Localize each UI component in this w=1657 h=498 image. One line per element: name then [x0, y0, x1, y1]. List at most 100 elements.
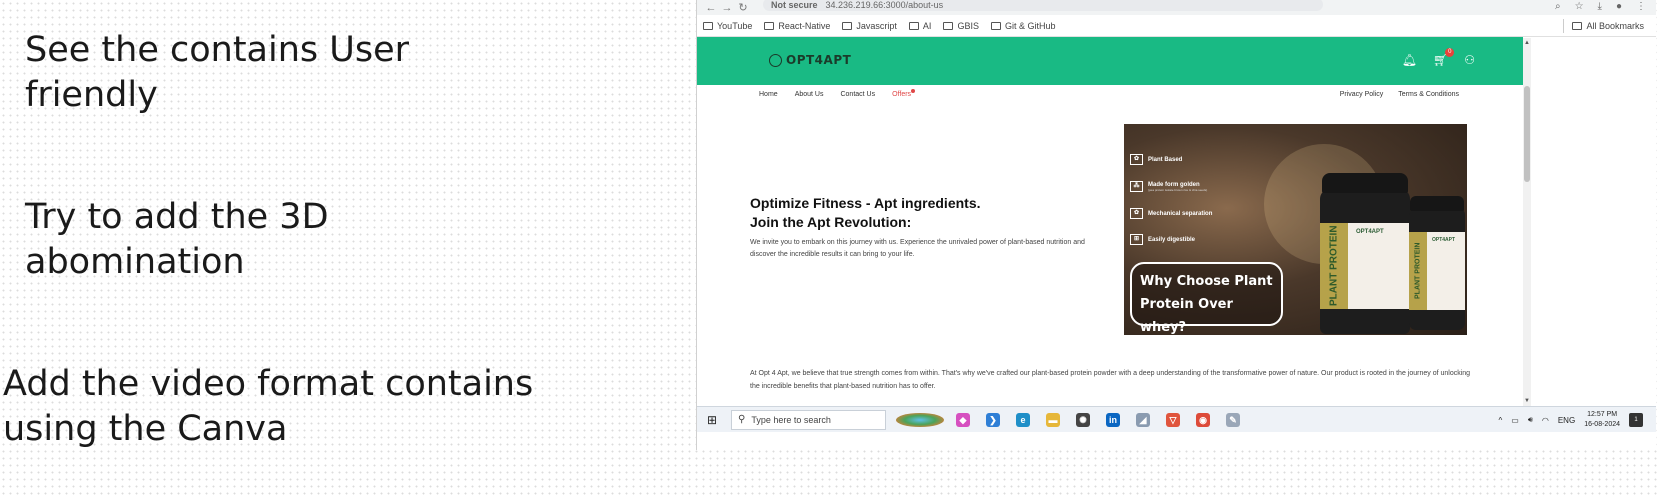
- protein-banner-image: ✿ Plant Based ⁂ Made form golden (pea pro…: [1124, 124, 1467, 335]
- why-line1: Why Choose Plant: [1140, 274, 1273, 289]
- url-text: 34.236.219.66:3000/about-us: [825, 0, 944, 10]
- chevron-up-icon[interactable]: ^: [1498, 416, 1502, 425]
- bookmark-youtube[interactable]: YouTube: [703, 21, 752, 31]
- bookmark-javascript[interactable]: Javascript: [842, 21, 897, 31]
- download-icon[interactable]: ⤓: [1598, 1, 1602, 12]
- scroll-down-icon[interactable]: ▼: [1523, 398, 1531, 404]
- menu-icon[interactable]: ⋮: [1636, 1, 1646, 12]
- browser-screenshot: ← → ↻ Not secure 34.236.219.66:3000/abou…: [696, 0, 1656, 450]
- profile-icon[interactable]: ●: [1616, 1, 1622, 12]
- feature-text: Made form golden (pea protein isolate bro…: [1148, 182, 1207, 192]
- browser-actions: ⌕ ☆ ⤓ ● ⋮: [1555, 1, 1646, 12]
- hero-title-line1: Optimize Fitness - Apt ingredients.: [750, 195, 981, 211]
- all-bookmarks[interactable]: All Bookmarks: [1563, 19, 1644, 33]
- jar-word: PLANT PROTEIN: [1409, 232, 1427, 310]
- sprout-icon: ✿: [1130, 154, 1143, 165]
- notification-icon[interactable]: 1: [1629, 413, 1643, 427]
- vscode-icon[interactable]: ❯: [986, 412, 1000, 427]
- jar-lid: [1322, 173, 1408, 193]
- bookmark-gbis[interactable]: GBIS: [943, 21, 979, 31]
- windows-start-icon[interactable]: ⊞: [707, 413, 723, 427]
- bookmark-ai[interactable]: AI: [908, 21, 931, 31]
- bookmark-git[interactable]: Git & GitHub: [990, 20, 1056, 31]
- search-icon: ⚲: [738, 414, 746, 425]
- scroll-up-icon[interactable]: ▲: [1523, 40, 1531, 46]
- volume-icon[interactable]: 🔊︎: [1528, 415, 1533, 425]
- copilot-icon[interactable]: ◆: [956, 412, 970, 427]
- nav-left: Home About Us Contact Us Offers: [759, 89, 915, 98]
- jar-label: PLANT PROTEIN OPT4APT: [1409, 232, 1465, 310]
- taskbar-apps: ◆ ❯ e ▬ ✺ in ◢ ▽ ◉ ✎: [956, 412, 1240, 427]
- url-field[interactable]: Not secure 34.236.219.66:3000/about-us: [763, 0, 1323, 11]
- forward-icon[interactable]: →: [719, 2, 735, 14]
- bookmark-label: React-Native: [778, 20, 831, 31]
- folder-icon: [990, 21, 1001, 30]
- address-bar: ← → ↻ Not secure 34.236.219.66:3000/abou…: [697, 0, 1656, 15]
- feature-label: Easily digestible: [1148, 236, 1196, 243]
- search-highlight-art[interactable]: [896, 412, 944, 427]
- clock[interactable]: 12:57 PM 16-08-2024: [1584, 410, 1620, 430]
- back-icon[interactable]: ←: [703, 2, 719, 14]
- bookmark-react-native[interactable]: React-Native: [764, 21, 830, 31]
- nav-terms[interactable]: Terms & Conditions: [1398, 91, 1459, 98]
- hero-description: We invite you to embark on this journey …: [750, 239, 1085, 258]
- grain-icon: ⁂: [1130, 181, 1143, 192]
- feature-label: Mechanical separation: [1148, 210, 1213, 217]
- bookmark-label: GBIS: [957, 20, 979, 31]
- battery-icon[interactable]: ▭: [1511, 416, 1519, 425]
- zoom-icon[interactable]: ⌕: [1555, 1, 1561, 12]
- security-warning[interactable]: Not secure: [771, 0, 818, 10]
- page-scrollbar[interactable]: ▲ ▼: [1523, 38, 1531, 406]
- site-logo[interactable]: OPT4APT: [769, 53, 851, 67]
- folder-icon: [703, 21, 713, 30]
- feature-mechanical: ✿ Mechanical separation: [1130, 208, 1212, 219]
- why-choose-box: Why Choose Plant Protein Over whey?: [1130, 262, 1283, 335]
- web-page: OPT4APT 🔔︎ 🛒︎ 0 ⚇ Home About Us Contact U…: [697, 37, 1523, 405]
- search-placeholder: Type here to search: [751, 414, 831, 425]
- all-bookmarks-label: All Bookmarks: [1586, 21, 1644, 31]
- nav-offers[interactable]: Offers: [892, 89, 915, 98]
- bookmark-label: Git & GitHub: [1004, 20, 1056, 31]
- folder-icon: [842, 21, 853, 30]
- feature-golden: ⁂ Made form golden (pea protein isolate b…: [1130, 181, 1207, 192]
- taskbar-search-input[interactable]: ⚲ Type here to search: [731, 409, 886, 430]
- why-line2: Protein Over whey?: [1140, 297, 1233, 335]
- bell-icon[interactable]: 🔔︎: [1402, 53, 1417, 67]
- jar-label: PLANT PROTEIN OPT4APT: [1320, 223, 1410, 309]
- edge-icon[interactable]: e: [1016, 412, 1030, 427]
- chrome-icon[interactable]: ◉: [1196, 412, 1210, 427]
- nav-right: Privacy Policy Terms & Conditions: [1340, 91, 1459, 98]
- note-video: Add the video format contains using the …: [3, 364, 534, 449]
- slide-notes: See the contains User friendly Try to ad…: [0, 0, 690, 498]
- folder-icon: [943, 21, 954, 30]
- app-icon[interactable]: ◢: [1136, 412, 1150, 427]
- bookmarks-bar: YouTube React-Native Javascript AI GBIS …: [697, 15, 1656, 37]
- protein-jar-large: PLANT PROTEIN OPT4APT: [1320, 173, 1410, 334]
- jar-lid: [1410, 196, 1464, 211]
- file-explorer-icon[interactable]: ▬: [1046, 412, 1060, 427]
- cart-icon[interactable]: 🛒︎ 0: [1433, 48, 1455, 67]
- nav-about-us[interactable]: About Us: [795, 91, 824, 98]
- paint-icon[interactable]: ✎: [1226, 412, 1240, 427]
- nav-home[interactable]: Home: [759, 91, 778, 98]
- chatgpt-icon[interactable]: ✺: [1076, 412, 1090, 427]
- site-header: OPT4APT 🔔︎ 🛒︎ 0 ⚇: [697, 37, 1523, 85]
- windows-taskbar: ⊞ ⚲ Type here to search ◆ ❯ e ▬ ✺ in ◢ ▽…: [697, 406, 1656, 432]
- site-nav: Home About Us Contact Us Offers Privacy …: [697, 85, 1523, 105]
- scroll-thumb[interactable]: [1524, 86, 1530, 182]
- language-indicator[interactable]: ENG: [1558, 416, 1575, 425]
- wifi-icon[interactable]: ◠: [1542, 416, 1549, 425]
- nav-contact-us[interactable]: Contact Us: [840, 91, 875, 98]
- user-icon[interactable]: ⚇: [1464, 53, 1475, 67]
- feature-digestible: ⊞ Easily digestible: [1130, 234, 1195, 245]
- jar-brand: OPT4APT: [1356, 229, 1384, 235]
- jar-word: PLANT PROTEIN: [1320, 223, 1348, 309]
- clock-time: 12:57 PM: [1587, 411, 1618, 418]
- reload-icon[interactable]: ↻: [735, 1, 751, 14]
- linkedin-icon[interactable]: in: [1106, 412, 1120, 427]
- nav-privacy-policy[interactable]: Privacy Policy: [1340, 91, 1384, 98]
- note-3d: Try to add the 3D abomination: [25, 197, 329, 282]
- hero-title-line2: Join the Apt Revolution:: [750, 214, 912, 230]
- brave-icon[interactable]: ▽: [1166, 412, 1180, 427]
- star-icon[interactable]: ☆: [1575, 1, 1584, 12]
